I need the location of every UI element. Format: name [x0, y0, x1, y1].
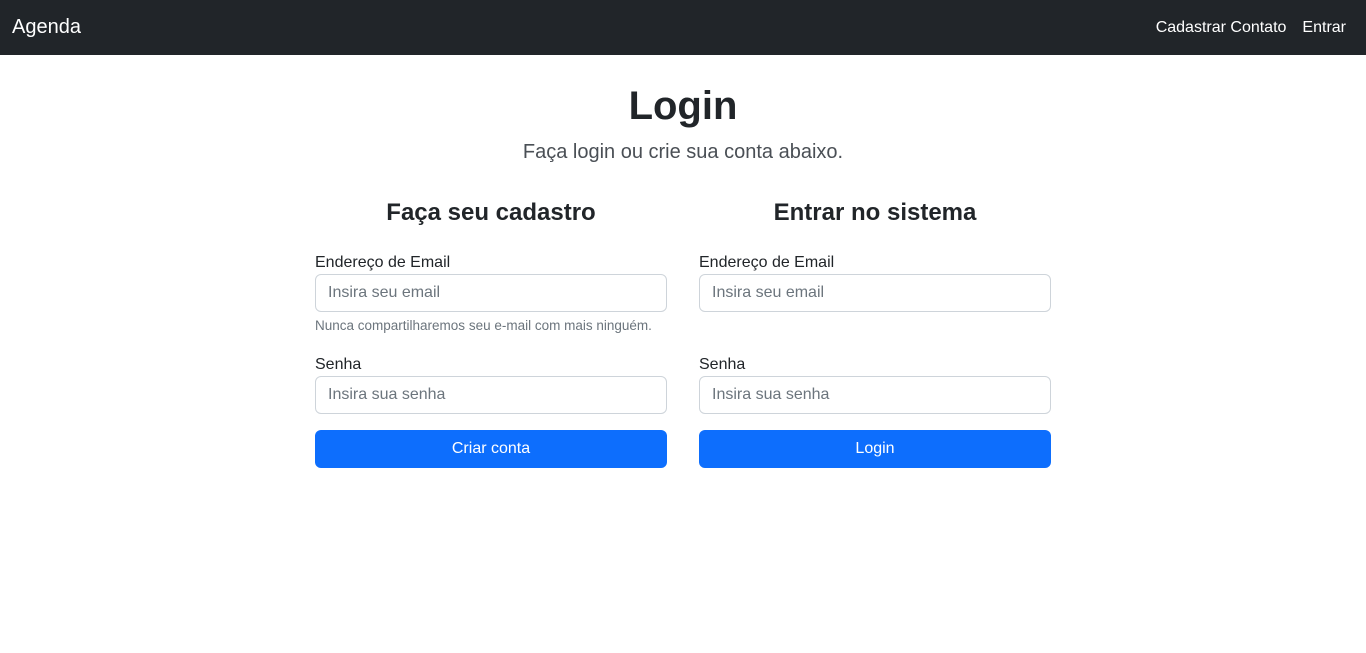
login-form: Entrar no sistema Endereço de Email Senh… — [699, 198, 1051, 468]
nav-links: Cadastrar Contato Entrar — [1156, 18, 1346, 38]
signup-password-label: Senha — [315, 356, 362, 373]
login-password-label: Senha — [699, 356, 746, 373]
login-title: Entrar no sistema — [773, 199, 977, 226]
signup-password-input[interactable] — [315, 376, 667, 414]
brand-link[interactable]: Agenda — [12, 15, 81, 40]
nav-link-cadastrar-contato[interactable]: Cadastrar Contato — [1156, 18, 1287, 38]
login-password-input[interactable] — [699, 376, 1051, 414]
nav-link-entrar[interactable]: Entrar — [1302, 18, 1346, 38]
navbar: Agenda Cadastrar Contato Entrar — [0, 0, 1366, 55]
signup-title: Faça seu cadastro — [386, 199, 596, 226]
signup-email-label: Endereço de Email — [315, 254, 451, 271]
signup-form: Faça seu cadastro Endereço de Email Nunc… — [315, 198, 667, 468]
signup-email-help: Nunca compartilharemos seu e-mail com ma… — [315, 318, 652, 333]
login-email-label: Endereço de Email — [699, 254, 835, 271]
signup-email-input[interactable] — [315, 274, 667, 312]
page-subtitle: Faça login ou crie sua conta abaixo. — [522, 141, 844, 163]
login-email-input[interactable] — [699, 274, 1051, 312]
create-account-button[interactable]: Criar conta — [315, 430, 667, 468]
login-button[interactable]: Login — [699, 430, 1051, 468]
page-title: Login — [628, 84, 738, 128]
